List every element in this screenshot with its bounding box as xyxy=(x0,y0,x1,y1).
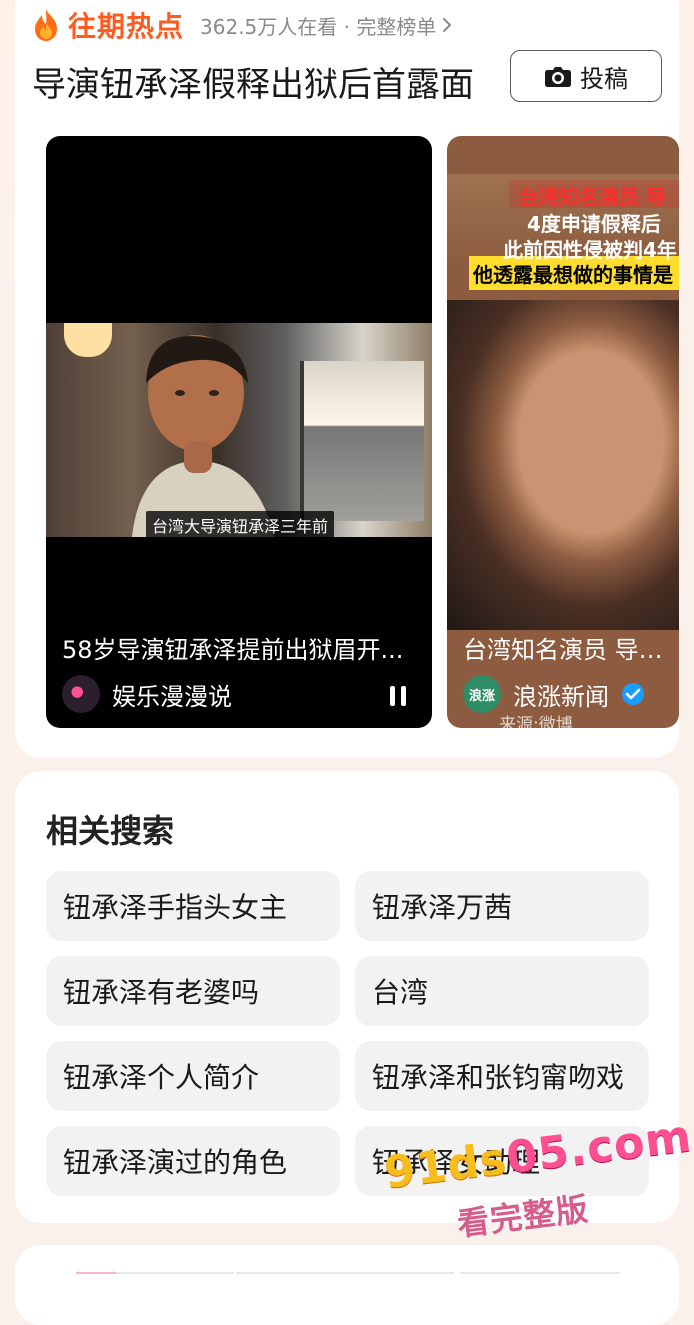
chevron-right-icon xyxy=(443,18,452,32)
tab-placeholder xyxy=(236,1272,454,1274)
hot-header: 往期热点 362.5万人在看 · 完整榜单 xyxy=(32,6,454,44)
video-source: 来源:微博 xyxy=(499,715,573,728)
video-card[interactable]: 台湾知名演员 导 4度申请假释后 此前因性侵被判4年 他透露最想做的事情是 台湾… xyxy=(447,136,679,728)
search-chip[interactable]: 钮承泽演过的角色 xyxy=(46,1126,340,1196)
video-card[interactable]: 台湾大导演钮承泽三年前 58岁导演钮承泽提前出狱眉开... 娱乐漫漫说 xyxy=(46,136,432,728)
search-chip[interactable]: 钮承泽手指头女主 xyxy=(46,871,340,941)
post-button-label: 投稿 xyxy=(580,65,628,93)
tab-placeholder xyxy=(76,1272,234,1274)
next-card-edge xyxy=(15,1245,679,1325)
search-chip[interactable]: 钮承泽女助理 xyxy=(355,1126,649,1196)
tab-placeholder xyxy=(460,1272,620,1274)
search-chip[interactable]: 钮承泽个人简介 xyxy=(46,1041,340,1111)
camera-icon xyxy=(545,67,571,87)
storefront-shape xyxy=(300,361,424,521)
headline: 导演钮承泽假释出狱后首露面 xyxy=(32,65,474,105)
author-name: 娱乐漫漫说 xyxy=(112,682,232,711)
avatar xyxy=(62,675,100,713)
face-closeup xyxy=(447,300,679,630)
video-author[interactable]: 娱乐漫漫说 xyxy=(62,674,232,714)
hot-meta-text: 362.5万人在看 · 完整榜单 xyxy=(200,14,437,39)
search-chip[interactable]: 钮承泽万茜 xyxy=(355,871,649,941)
video-frame: 台湾大导演钮承泽三年前 xyxy=(46,323,432,539)
verified-icon xyxy=(622,683,644,705)
full-ranking-link[interactable]: 362.5万人在看 · 完整榜单 xyxy=(200,11,454,40)
lamp-shape xyxy=(64,323,112,357)
tab-accent xyxy=(76,1272,116,1274)
video-title[interactable]: 台湾知名演员 导演钮 xyxy=(463,630,679,665)
flame-icon xyxy=(35,9,57,41)
avatar: 浪涨 xyxy=(463,675,501,713)
search-chip[interactable]: 台湾 xyxy=(355,956,649,1026)
person-figure xyxy=(132,335,274,537)
video-overlay-caption: 台湾大导演钮承泽三年前 xyxy=(146,511,335,539)
search-chip[interactable]: 钮承泽和张钧甯吻戏 xyxy=(355,1041,649,1111)
pause-icon[interactable] xyxy=(386,684,410,708)
related-search-grid: 钮承泽手指头女主 钮承泽万茜 钮承泽有老婆吗 台湾 钮承泽个人简介 钮承泽和张钧… xyxy=(46,871,649,1196)
banner-text-4: 他透露最想做的事情是 xyxy=(473,263,673,287)
banner-text-1: 台湾知名演员 导 xyxy=(519,185,666,209)
author-name: 浪涨新闻 xyxy=(513,682,609,711)
post-button[interactable]: 投稿 xyxy=(510,50,662,102)
search-chip[interactable]: 钮承泽有老婆吗 xyxy=(46,956,340,1026)
hot-title: 往期热点 xyxy=(68,10,185,43)
banner-text-2: 4度申请假释后 xyxy=(527,212,661,236)
related-search-title: 相关搜索 xyxy=(46,812,175,850)
video-author[interactable]: 浪涨 浪涨新闻 xyxy=(463,674,645,714)
video-title[interactable]: 58岁导演钮承泽提前出狱眉开... xyxy=(62,630,412,665)
